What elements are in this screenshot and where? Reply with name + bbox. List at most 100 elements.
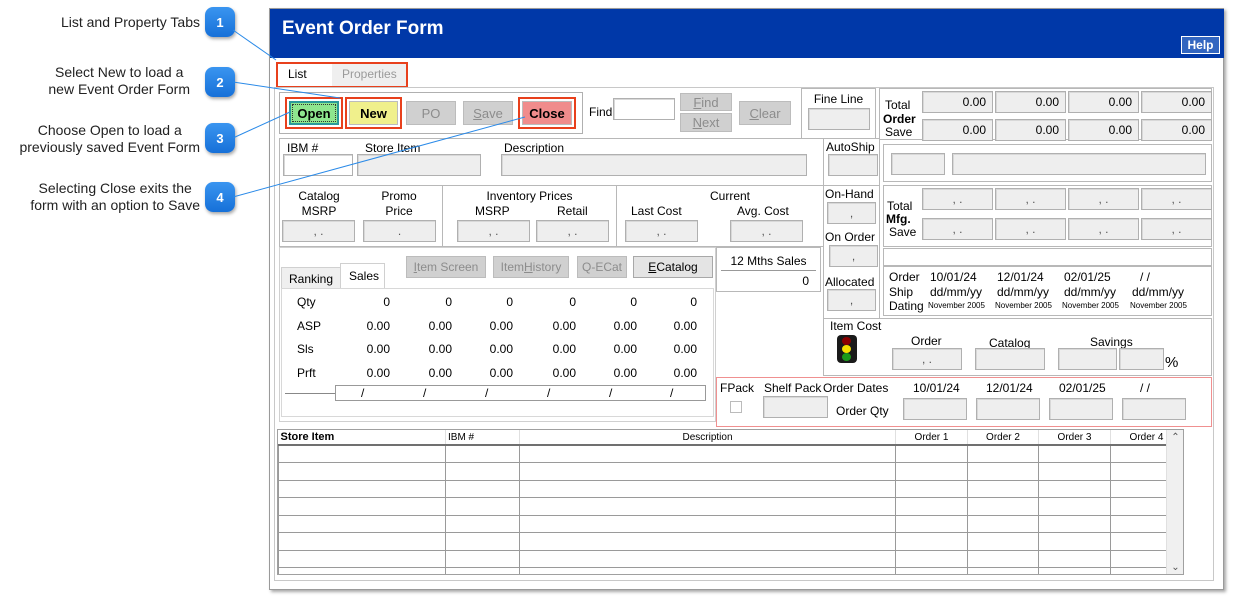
fine-line-input[interactable] [808, 108, 870, 130]
open-button[interactable]: Open [289, 101, 339, 125]
total-mfg-total-value[interactable]: , . [995, 188, 1066, 210]
total-mfg-save-value[interactable]: , . [922, 218, 993, 240]
total-mfg-save-value[interactable]: , . [1068, 218, 1139, 240]
grid-cell[interactable] [445, 444, 520, 463]
total-order-save-value[interactable]: 0.00 [1068, 119, 1139, 141]
grid-cell[interactable] [967, 462, 1039, 481]
grid-cell[interactable] [1038, 532, 1111, 551]
autoship-desc-input[interactable] [952, 153, 1206, 175]
total-order-total-value[interactable]: 0.00 [1141, 91, 1212, 113]
inv-msrp-input[interactable]: , . [457, 220, 530, 242]
period-cell[interactable]: / [547, 386, 550, 400]
grid-cell[interactable] [895, 549, 968, 568]
scroll-up-icon[interactable]: ⌃ [1167, 430, 1183, 446]
grid-cell[interactable] [967, 479, 1039, 498]
save-button[interactable]: Save [463, 101, 513, 125]
grid-cell[interactable] [1038, 514, 1111, 533]
grid-cell[interactable] [445, 497, 520, 516]
total-mfg-save-value[interactable]: , . [1141, 218, 1212, 240]
close-button[interactable]: Close [522, 101, 572, 125]
grid-cell[interactable] [1038, 567, 1111, 574]
grid-col-ibm[interactable]: IBM # [445, 430, 520, 446]
scroll-down-icon[interactable]: ⌄ [1167, 560, 1183, 574]
grid-cell[interactable] [445, 567, 520, 574]
tab-ranking[interactable]: Ranking [281, 267, 341, 289]
grid-row[interactable] [278, 567, 1183, 574]
grid-cell[interactable] [278, 479, 446, 498]
q-ecat-button[interactable]: Q-ECat [577, 256, 627, 278]
grid-cell[interactable] [967, 444, 1039, 463]
grid-row[interactable] [278, 444, 1183, 463]
grid-cell[interactable] [1038, 497, 1111, 516]
grid-cell[interactable] [445, 532, 520, 551]
total-mfg-total-value[interactable]: , . [1068, 188, 1139, 210]
grid-cell[interactable] [895, 514, 968, 533]
last-cost-input[interactable]: , . [625, 220, 698, 242]
catalog-msrp-input[interactable]: , . [282, 220, 355, 242]
total-order-save-value[interactable]: 0.00 [922, 119, 993, 141]
tab-list[interactable]: List [278, 64, 332, 86]
grid-cell[interactable] [967, 514, 1039, 533]
grid-cell[interactable] [1038, 462, 1111, 481]
grid-cell[interactable] [278, 444, 446, 463]
on-order-input[interactable]: , [829, 245, 878, 267]
grid-cell[interactable] [278, 462, 446, 481]
period-cell[interactable]: / [485, 386, 488, 400]
grid-cell[interactable] [895, 532, 968, 551]
avg-cost-input[interactable]: , . [730, 220, 803, 242]
period-cell[interactable]: / [609, 386, 612, 400]
grid-cell[interactable] [967, 567, 1039, 574]
savings-percent-input[interactable] [1119, 348, 1164, 370]
order-qty-input[interactable] [1049, 398, 1113, 420]
grid-row[interactable] [278, 462, 1183, 481]
grid-col-store-item[interactable]: Store Item [278, 430, 446, 446]
new-button[interactable]: New [349, 101, 398, 125]
total-order-total-value[interactable]: 0.00 [995, 91, 1066, 113]
grid-cell[interactable] [1038, 479, 1111, 498]
total-mfg-total-value[interactable]: , . [922, 188, 993, 210]
description-input[interactable] [501, 154, 807, 176]
grid-cell[interactable] [967, 532, 1039, 551]
ecatalog-button[interactable]: E Catalog [633, 256, 713, 278]
total-order-total-value[interactable]: 0.00 [1068, 91, 1139, 113]
promo-price-input[interactable]: . [363, 220, 436, 242]
total-order-total-value[interactable]: 0.00 [922, 91, 993, 113]
tab-sales[interactable]: Sales [340, 263, 385, 289]
grid-cell[interactable] [895, 567, 968, 574]
grid-cell[interactable] [519, 479, 896, 498]
grid-cell[interactable] [278, 532, 446, 551]
period-cell[interactable]: / [423, 386, 426, 400]
grid-cell[interactable] [1038, 549, 1111, 568]
clear-button[interactable]: Clear [739, 101, 791, 125]
shelf-pack-input[interactable] [763, 396, 828, 418]
total-mfg-total-value[interactable]: , . [1141, 188, 1212, 210]
grid-cell[interactable] [445, 479, 520, 498]
grid-col-order-2[interactable]: Order 2 [967, 430, 1039, 446]
grid-row[interactable] [278, 497, 1183, 516]
total-order-save-value[interactable]: 0.00 [1141, 119, 1212, 141]
item-cost-catalog-input[interactable] [975, 348, 1045, 370]
grid-cell[interactable] [445, 462, 520, 481]
grid-row[interactable] [278, 549, 1183, 568]
tab-properties[interactable]: Properties [332, 64, 406, 86]
grid-col-description[interactable]: Description [519, 430, 896, 446]
period-cell[interactable]: / [670, 386, 673, 400]
store-item-input[interactable] [357, 154, 481, 176]
autoship-code-input[interactable] [891, 153, 945, 175]
grid-cell[interactable] [519, 462, 896, 481]
savings-amount-input[interactable] [1058, 348, 1117, 370]
grid-cell[interactable] [967, 497, 1039, 516]
grid-cell[interactable] [895, 444, 968, 463]
grid-cell[interactable] [278, 567, 446, 574]
autoship-input[interactable] [828, 154, 878, 176]
grid-cell[interactable] [895, 462, 968, 481]
order-qty-input[interactable] [976, 398, 1040, 420]
total-order-save-value[interactable]: 0.00 [995, 119, 1066, 141]
grid-cell[interactable] [1038, 444, 1111, 463]
grid-cell[interactable] [519, 497, 896, 516]
grid-cell[interactable] [967, 549, 1039, 568]
grid-cell[interactable] [519, 549, 896, 568]
grid-vertical-scrollbar[interactable]: ⌃ ⌄ [1166, 430, 1183, 574]
period-cell[interactable]: / [361, 386, 364, 400]
po-button[interactable]: PO [406, 101, 456, 125]
